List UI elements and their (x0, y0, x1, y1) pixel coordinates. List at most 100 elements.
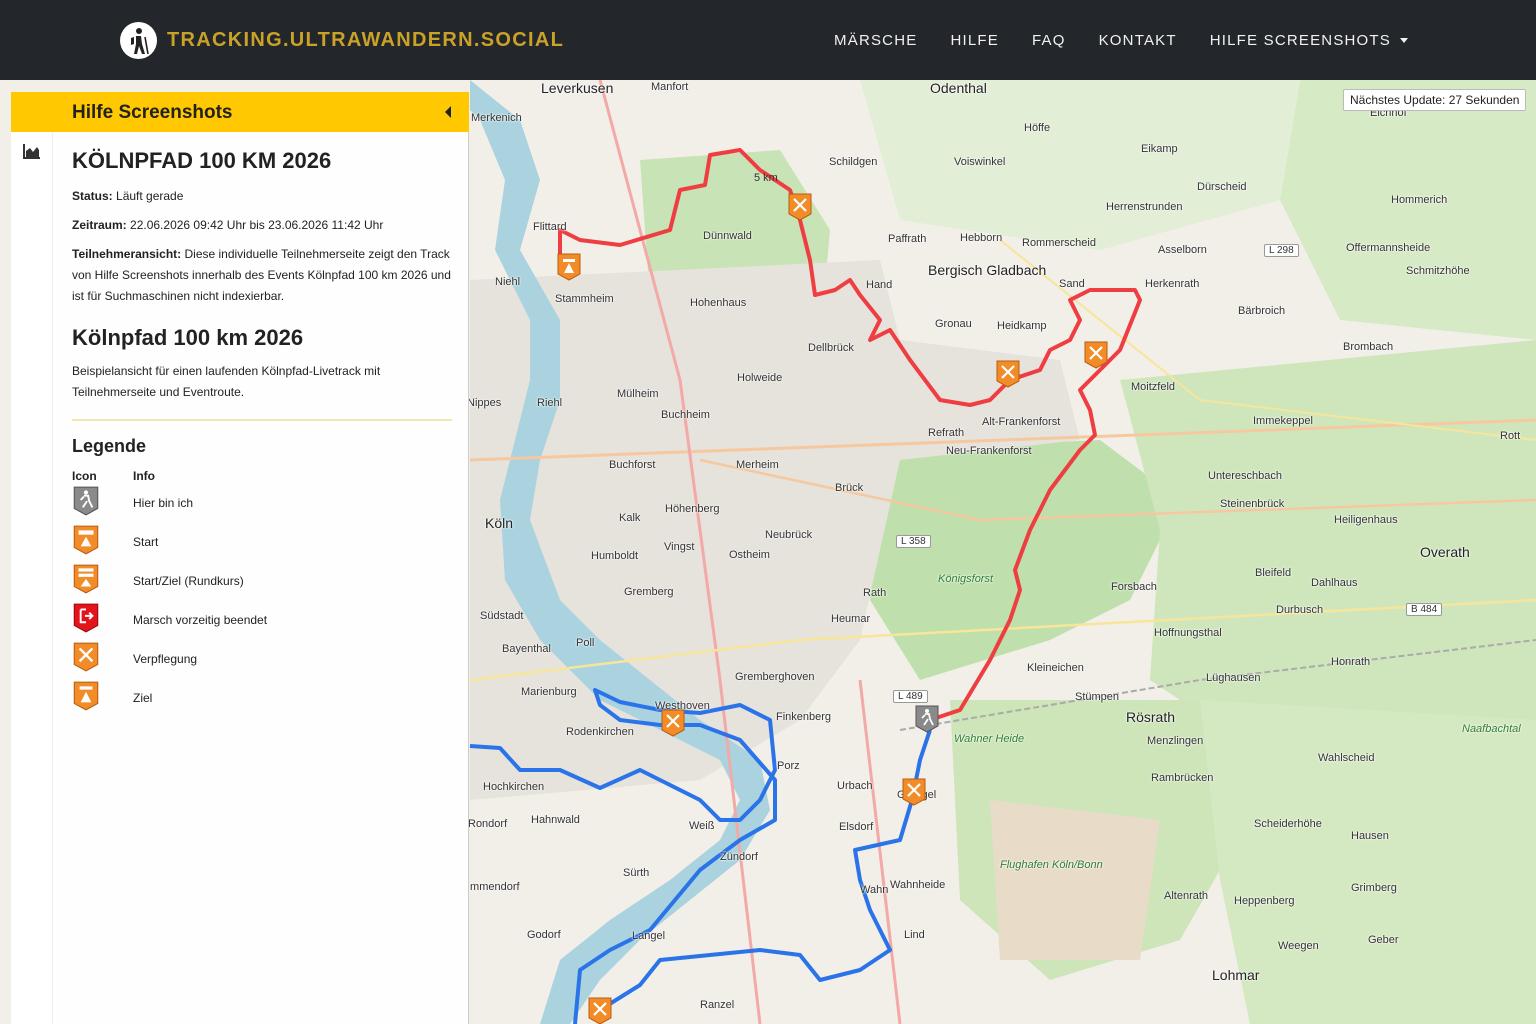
start-finish-icon (73, 564, 99, 594)
map-label-place: Porz (777, 760, 800, 772)
map-label-place: Kalk (619, 512, 641, 524)
map-label-place: Gremberghoven (735, 671, 815, 683)
nav-link-maersche[interactable]: MÄRSCHE (834, 32, 917, 49)
map-label-place: Höffe (1024, 122, 1051, 134)
map-label-place: Rodenkirchen (566, 726, 634, 738)
map-label-place: Buchheim (661, 409, 710, 421)
food-marker-icon[interactable] (901, 777, 927, 807)
food-marker-icon[interactable] (660, 708, 686, 738)
start-icon (73, 525, 99, 555)
legend-label: Marsch vorzeitig beendet (133, 612, 268, 627)
legend-heading: Legende (72, 436, 147, 456)
period-line: Zeitraum: 22.06.2026 09:42 Uhr bis 23.06… (72, 215, 452, 236)
map-label-place: Rommerscheid (1022, 237, 1096, 249)
legend-row: Start/Ziel (Rundkurs) (72, 561, 452, 600)
map-label-place: Forsbach (1111, 581, 1157, 593)
map-label-place: Bleifeld (1255, 567, 1292, 579)
event-description: Beispielansicht für einen laufenden Köln… (72, 364, 381, 399)
legend-label: Hier bin ich (133, 495, 194, 510)
map-label-place: Eikamp (1141, 143, 1178, 155)
map-label-place: Humboldt (591, 550, 639, 562)
legend-label: Start (133, 534, 159, 549)
map-label-forest: Königsforst (938, 573, 994, 585)
legend-row: Hier bin ich (72, 483, 452, 522)
map-label-place: Bayenthal (502, 643, 551, 655)
map-label-place: Marienburg (521, 686, 577, 698)
map-label-place: Höhenberg (665, 503, 720, 515)
map-label-lohmar: Lohmar (1212, 967, 1260, 983)
map-label-place: Lüghausen (1206, 672, 1261, 684)
map-label-place: Herrenstrunden (1106, 201, 1183, 213)
map-label-place: Heumar (831, 613, 871, 625)
next-update-info: Nächstes Update: 27 Sekunden (1343, 89, 1527, 111)
brand[interactable]: TRACKING.ULTRAWANDERN.SOCIAL (120, 22, 564, 59)
map-label-place: Elsdorf (839, 821, 874, 833)
status-value: Läuft gerade (116, 189, 184, 203)
map-label-place: Bärbroich (1238, 305, 1286, 317)
map-label-place: Hahnwald (531, 814, 580, 826)
collapse-panel-icon[interactable] (443, 104, 453, 120)
nav-links: MÄRSCHE HILFE FAQ KONTAKT HILFE SCREENSH… (801, 0, 1408, 80)
map-label-place: Buchforst (609, 459, 656, 471)
map-label-place: Riehl (537, 397, 563, 409)
map-label-place: Weiß (689, 820, 715, 832)
map-label-place: Alt-Frankenforst (982, 416, 1061, 428)
map-label-place: Flittard (533, 221, 567, 233)
nav-link-kontakt[interactable]: KONTAKT (1099, 32, 1177, 49)
map-label-place: Weegen (1278, 940, 1319, 952)
legend-row: Start (72, 522, 452, 561)
map-label-place: Durbusch (1276, 604, 1324, 616)
walker-marker-icon[interactable] (914, 704, 940, 734)
food-marker-icon[interactable] (995, 359, 1021, 389)
map-label-place: Ostheim (729, 549, 770, 561)
map-label-place: Gremberg (624, 586, 674, 598)
food-marker-icon[interactable] (787, 192, 813, 222)
map-label-place: Asselborn (1158, 244, 1207, 256)
hiker-logo-icon (120, 22, 157, 59)
map-label-place: Hand (866, 279, 893, 291)
nav-link-hilfe[interactable]: HILFE (950, 32, 999, 49)
map-label-odenthal: Odenthal (930, 80, 987, 96)
map-label-place: Dellbrück (808, 342, 854, 354)
top-navbar: TRACKING.ULTRAWANDERN.SOCIAL MÄRSCHE HIL… (0, 0, 1536, 80)
map-label-place: Geber (1368, 934, 1399, 946)
map-label-forest: Flughafen Köln/Bonn (1000, 859, 1103, 871)
map-label-place: Heidkamp (997, 320, 1047, 332)
map-label-place: Gronau (935, 318, 972, 330)
map-label-place: Urbach (837, 780, 873, 792)
map-label-place: Südstadt (480, 610, 524, 622)
legend-row: Marsch vorzeitig beendet (72, 600, 452, 639)
map-label-place: Steinenbrück (1220, 498, 1285, 510)
legend-row: Ziel (72, 678, 452, 717)
finish-icon (73, 681, 99, 711)
map-label-place: Rambrücken (1151, 772, 1214, 784)
map-label-place: Neubrück (765, 529, 813, 541)
food-marker-icon[interactable] (1083, 340, 1109, 370)
map-label-place: Poll (576, 637, 595, 649)
map-label-roesrath: Rösrath (1126, 709, 1176, 725)
nav-dropdown-hilfe-screenshots[interactable]: HILFE SCREENSHOTS (1210, 32, 1408, 49)
walker-icon (73, 486, 99, 516)
area-chart-icon[interactable] (23, 142, 41, 160)
map-label-place: Ranzel (700, 999, 735, 1011)
food-marker-icon[interactable] (587, 996, 613, 1024)
map-label-place: Heppenberg (1234, 895, 1295, 907)
legend-label: Start/Ziel (Rundkurs) (133, 573, 244, 588)
sidebar-tabs (11, 92, 53, 1024)
map-label-place: Sürth (623, 867, 650, 879)
event-name-heading: Kölnpfad 100 km 2026 (72, 325, 304, 350)
map-label-place: Hoffnungsthal (1154, 627, 1222, 639)
map-road-label: L 489 (893, 690, 928, 703)
map-label-place: Offermannsheide (1346, 242, 1431, 254)
map-label-muelheim: Mülheim (617, 388, 659, 400)
map-road-label: L 358 (896, 535, 931, 548)
map-label-place: Hausen (1351, 830, 1389, 842)
map-label-place: Godorf (527, 929, 561, 941)
map-label-place: Stümpen (1075, 691, 1120, 703)
map-label-place: Manfort (651, 81, 689, 93)
finish-marker-icon[interactable] (556, 252, 582, 282)
map-label-place: Hochkirchen (483, 781, 545, 793)
food-icon (73, 642, 99, 672)
map-label-place: Immekeppel (1253, 415, 1313, 427)
nav-link-faq[interactable]: FAQ (1032, 32, 1066, 49)
